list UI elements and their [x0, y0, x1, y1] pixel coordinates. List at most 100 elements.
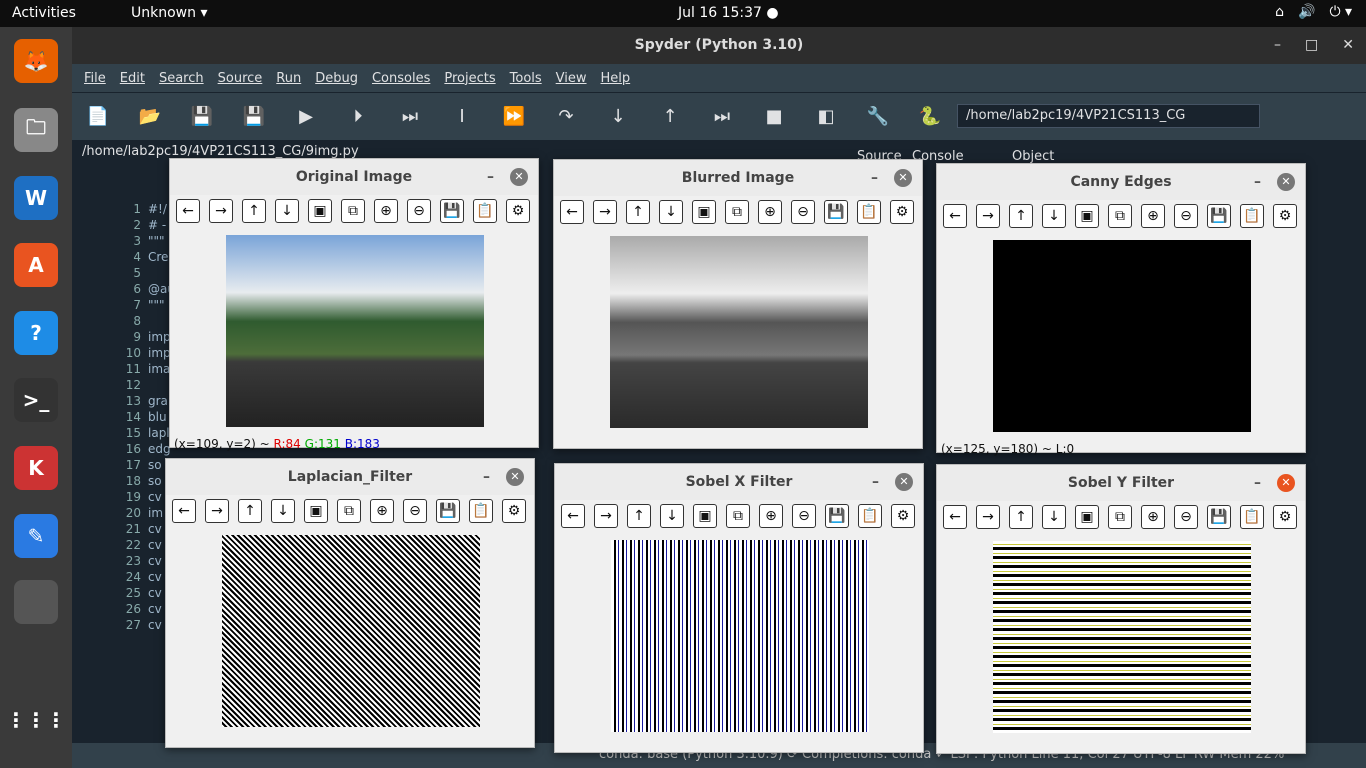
plot-tool-icon[interactable]: 💾: [825, 504, 849, 528]
plot-tool-icon[interactable]: 📋: [1240, 505, 1264, 529]
plot-tool-icon[interactable]: ⊖: [792, 504, 816, 528]
plot-tool-icon[interactable]: ↓: [659, 200, 683, 224]
close-icon[interactable]: ✕: [1277, 474, 1295, 492]
plot-tool-icon[interactable]: ⧉: [341, 199, 365, 223]
menu-view[interactable]: View: [556, 71, 587, 86]
writer-icon[interactable]: W: [14, 176, 58, 220]
plot-tool-icon[interactable]: 💾: [1207, 204, 1231, 228]
minimize-icon[interactable]: –: [871, 160, 878, 196]
spyder-icon[interactable]: [14, 580, 58, 624]
plot-tool-icon[interactable]: ⊕: [1141, 204, 1165, 228]
plot-tool-icon[interactable]: ↑: [1009, 204, 1033, 228]
clock[interactable]: Jul 16 15:37 ●: [678, 5, 779, 21]
close-icon[interactable]: ✕: [510, 168, 528, 186]
plot-tool-icon[interactable]: ↓: [275, 199, 299, 223]
image-canvas[interactable]: [611, 540, 869, 732]
firefox-icon[interactable]: 🦊: [14, 39, 58, 83]
plot-tool-icon[interactable]: ▣: [693, 504, 717, 528]
plot-tool-icon[interactable]: ⊖: [1174, 204, 1198, 228]
run-icon[interactable]: ▶: [294, 105, 318, 129]
plot-tool-icon[interactable]: ←: [943, 505, 967, 529]
plot-tool-icon[interactable]: ⚙: [506, 199, 530, 223]
app-menu[interactable]: Unknown ▾: [131, 5, 207, 21]
plot-tool-icon[interactable]: ⧉: [1108, 204, 1132, 228]
apps-icon[interactable]: ⋮⋮⋮: [6, 698, 66, 742]
power-icon[interactable]: ⏻ ▾: [1329, 4, 1352, 20]
plot-tool-icon[interactable]: 📋: [473, 199, 497, 223]
sobel-y-filter-window[interactable]: Sobel Y Filter – ✕ ← → ↑ ↓ ▣ ⧉ ⊕ ⊖ 💾 📋 ⚙: [936, 464, 1306, 754]
minimize-icon[interactable]: –: [487, 159, 494, 195]
plot-tool-icon[interactable]: ⊖: [1174, 505, 1198, 529]
plot-tool-icon[interactable]: 💾: [440, 199, 464, 223]
plot-tool-icon[interactable]: 💾: [436, 499, 460, 523]
minimize-icon[interactable]: –: [1274, 27, 1281, 64]
step-over-icon[interactable]: ↷: [554, 105, 578, 129]
plot-tool-icon[interactable]: ⊖: [791, 200, 815, 224]
sobel-x-filter-window[interactable]: Sobel X Filter – ✕ ← → ↑ ↓ ▣ ⧉ ⊕ ⊖ 💾 📋 ⚙: [554, 463, 924, 753]
plot-tool-icon[interactable]: ←: [560, 200, 584, 224]
run-cell-advance-icon[interactable]: ⏭: [398, 105, 422, 129]
plot-tool-icon[interactable]: ⚙: [1273, 505, 1297, 529]
plot-tool-icon[interactable]: ⊕: [1141, 505, 1165, 529]
menu-projects[interactable]: Projects: [444, 71, 495, 86]
plot-tool-icon[interactable]: ⧉: [725, 200, 749, 224]
minimize-icon[interactable]: –: [872, 464, 879, 500]
menu-help[interactable]: Help: [601, 71, 631, 86]
plot-tool-icon[interactable]: ▣: [308, 199, 332, 223]
network-icon[interactable]: ⌂: [1275, 4, 1284, 20]
plot-tool-icon[interactable]: ⧉: [1108, 505, 1132, 529]
activities-button[interactable]: Activities: [12, 5, 76, 21]
plot-tool-icon[interactable]: ▣: [1075, 505, 1099, 529]
plot-tool-icon[interactable]: ▣: [1075, 204, 1099, 228]
plot-tool-icon[interactable]: ↓: [271, 499, 295, 523]
maximize-icon[interactable]: □: [1305, 27, 1318, 64]
plot-tool-icon[interactable]: ⚙: [1273, 204, 1297, 228]
plot-tool-icon[interactable]: ⊕: [370, 499, 394, 523]
image-canvas[interactable]: [610, 236, 868, 428]
plot-tool-icon[interactable]: ←: [172, 499, 196, 523]
minimize-icon[interactable]: –: [1254, 164, 1261, 200]
laplacian-filter-window[interactable]: Laplacian_Filter – ✕ ← → ↑ ↓ ▣ ⧉ ⊕ ⊖ 💾 📋 ⚙: [165, 458, 535, 748]
plot-tool-icon[interactable]: ⊕: [758, 200, 782, 224]
debug-icon[interactable]: ⏩: [502, 105, 526, 129]
plot-tool-icon[interactable]: ⚙: [890, 200, 914, 224]
canny-edges-window[interactable]: Canny Edges – ✕ ← → ↑ ↓ ▣ ⧉ ⊕ ⊖ 💾 📋 ⚙ (x=125, y=18…: [936, 163, 1306, 456]
software-icon[interactable]: A: [14, 243, 58, 287]
run-cell-icon[interactable]: ⏵: [346, 105, 370, 129]
menu-search[interactable]: Search: [159, 71, 204, 86]
plot-tool-icon[interactable]: ↑: [238, 499, 262, 523]
maximize-pane-icon[interactable]: ◧: [814, 105, 838, 129]
plot-tool-icon[interactable]: 📋: [857, 200, 881, 224]
volume-icon[interactable]: 🔊: [1298, 4, 1315, 20]
python-path-icon[interactable]: 🐍: [918, 105, 942, 129]
files-icon[interactable]: 🗀: [14, 108, 58, 152]
plot-tool-icon[interactable]: ⧉: [726, 504, 750, 528]
blurred-image-window[interactable]: Blurred Image – ✕ ← → ↑ ↓ ▣ ⧉ ⊕ ⊖ 💾 📋 ⚙: [553, 159, 923, 449]
image-canvas[interactable]: [993, 541, 1251, 733]
menu-consoles[interactable]: Consoles: [372, 71, 430, 86]
plot-tool-icon[interactable]: ←: [176, 199, 200, 223]
new-file-icon[interactable]: 📄: [86, 105, 110, 129]
menu-source[interactable]: Source: [218, 71, 263, 86]
continue-icon[interactable]: ⏭: [710, 105, 734, 129]
save-icon[interactable]: 💾: [190, 105, 214, 129]
plot-tool-icon[interactable]: ▣: [304, 499, 328, 523]
plot-tool-icon[interactable]: ↓: [1042, 505, 1066, 529]
run-selection-icon[interactable]: I: [450, 105, 474, 129]
save-all-icon[interactable]: 💾: [242, 105, 266, 129]
close-icon[interactable]: ✕: [894, 169, 912, 187]
plot-tool-icon[interactable]: ▣: [692, 200, 716, 224]
step-into-icon[interactable]: ↓: [606, 105, 630, 129]
menu-edit[interactable]: Edit: [120, 71, 145, 86]
terminal-icon[interactable]: >_: [14, 378, 58, 422]
menu-tools[interactable]: Tools: [510, 71, 542, 86]
plot-tool-icon[interactable]: ⊕: [374, 199, 398, 223]
plot-tool-icon[interactable]: ↑: [242, 199, 266, 223]
menu-run[interactable]: Run: [276, 71, 301, 86]
plot-tool-icon[interactable]: ↑: [1009, 505, 1033, 529]
plot-tool-icon[interactable]: ↓: [660, 504, 684, 528]
plot-tool-icon[interactable]: ↑: [626, 200, 650, 224]
working-directory-input[interactable]: /home/lab2pc19/4VP21CS113_CG: [957, 104, 1260, 128]
plot-tool-icon[interactable]: →: [976, 204, 1000, 228]
help-icon[interactable]: ?: [14, 311, 58, 355]
